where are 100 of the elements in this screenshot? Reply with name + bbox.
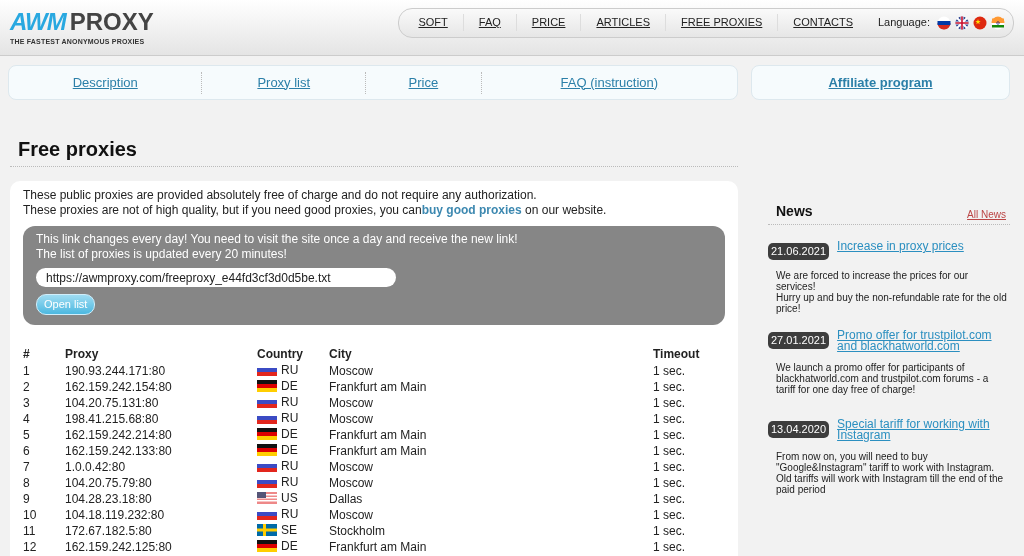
table-cell: 162.159.242.214:80 — [65, 427, 172, 442]
logo-mark: AWM — [10, 10, 66, 34]
page-title: Free proxies — [10, 134, 738, 167]
table-cell: 190.93.244.171:80 — [65, 363, 166, 378]
nav-link[interactable]: CONTACTS — [778, 14, 868, 31]
table-cell: 104.20.75.131:80 — [65, 395, 159, 410]
flag-icon — [257, 443, 277, 456]
table-cell: 1 — [23, 363, 30, 378]
intro-text: These proxies are not of high quality, but if you need good proxies, you can — [23, 203, 422, 217]
date-badge: 13.04.2020 — [768, 421, 830, 438]
flag-icon — [257, 427, 277, 440]
language-label: Language: — [878, 15, 930, 31]
flag-icon — [257, 491, 277, 504]
table-cell: 12 — [23, 539, 37, 554]
news-heading: News — [776, 202, 813, 221]
flag-icon — [257, 379, 277, 392]
column-header: City — [329, 344, 653, 363]
table-cell: RU — [281, 362, 299, 377]
table-cell: 1 sec. — [653, 411, 685, 426]
table-cell: 104.18.119.232:80 — [65, 507, 165, 522]
section-link[interactable]: Description — [9, 71, 203, 94]
intro-text: These public proxies are provided absolutely free of charge and do not require any authorization. — [23, 188, 538, 203]
news-text: We are forced to increase the prices for our services! Hurry up and buy the non-refundable rate for the old price! — [776, 269, 1008, 314]
notice-text: The list of proxies is updated every 20 minutes! — [36, 247, 288, 262]
flag-icon[interactable] — [955, 15, 969, 30]
news-title-link[interactable]: Increase in proxy prices — [837, 241, 964, 260]
table-cell: 2 — [23, 379, 30, 394]
table-cell: Stockholm — [329, 523, 386, 538]
table-cell: 162.159.242.133:80 — [65, 443, 172, 458]
table-cell: 1 sec. — [653, 507, 685, 522]
news-title-link[interactable]: Promo offer for trustpilot.com and blackhatworld.com — [837, 330, 1010, 352]
flag-icon[interactable] — [973, 15, 987, 30]
table-cell: 1 sec. — [653, 475, 685, 490]
table-cell: 104.20.75.79:80 — [65, 475, 152, 490]
table-cell: 162.159.242.125:80 — [65, 539, 172, 554]
table-cell: 8 — [23, 475, 30, 490]
nav-link[interactable]: ARTICLES — [581, 14, 666, 31]
table-cell: Moscow — [329, 395, 373, 410]
table-cell: Frankfurt am Main — [329, 539, 427, 554]
table-cell: Moscow — [329, 363, 373, 378]
intro-text: on our website. — [524, 203, 607, 217]
table-cell: 1 sec. — [653, 491, 685, 506]
table-cell: RU — [281, 458, 299, 473]
table-cell: DE — [281, 442, 298, 457]
table-cell: 1 sec. — [653, 427, 685, 442]
table-cell: 11 — [23, 523, 36, 538]
nav-link[interactable]: PRICE — [516, 14, 582, 31]
table-cell: 1 sec. — [653, 379, 685, 394]
table-cell: 162.159.242.154:80 — [65, 379, 172, 394]
section-link[interactable]: Proxy list — [202, 71, 366, 94]
column-header: Timeout — [653, 345, 701, 363]
table-cell: 198.41.215.68:80 — [65, 411, 159, 426]
all-news-link[interactable]: All News — [967, 207, 1006, 222]
flag-icon — [257, 539, 277, 552]
table-cell: Moscow — [329, 411, 373, 426]
table-cell: DE — [281, 378, 298, 393]
table-cell: 9 — [23, 491, 30, 506]
flag-icon[interactable] — [991, 15, 1005, 30]
news-title-link[interactable]: Special tariff for working with Instagram — [837, 419, 1010, 441]
nav-link[interactable]: FREE PROXIES — [666, 14, 779, 31]
notice-text: This link changes every day! You need to visit the site once a day and receive the new link! — [36, 232, 519, 247]
logo-name: PROXY — [69, 10, 154, 34]
affiliate-link[interactable]: Affiliate program — [828, 71, 933, 94]
table-cell: Frankfurt am Main — [329, 379, 427, 394]
column-header: Country — [257, 344, 329, 363]
table-cell: DE — [281, 426, 298, 441]
table-cell: Moscow — [329, 475, 373, 490]
date-badge: 21.06.2021 — [768, 243, 830, 260]
table-cell: 1 sec. — [653, 523, 685, 538]
table-cell: Frankfurt am Main — [329, 427, 427, 442]
table-cell: RU — [281, 410, 299, 425]
table-cell: Dallas — [329, 491, 363, 506]
table-cell: 1 sec. — [653, 443, 685, 458]
table-cell: 5 — [23, 427, 30, 442]
table-cell: 172.67.182.5:80 — [65, 523, 152, 538]
table-cell: RU — [281, 394, 299, 409]
table-cell: 1 sec. — [653, 395, 685, 410]
column-header: # — [23, 344, 65, 363]
table-cell: 1.0.0.42:80 — [65, 459, 126, 474]
news-text: We launch a promo offer for participants of blackhatworld.com and trustpilot.com forums - a tariff for one day free of charge! — [776, 362, 990, 395]
table-cell: 1 sec. — [653, 363, 685, 378]
flag-icon — [257, 523, 277, 536]
date-badge: 27.01.2021 — [768, 332, 830, 349]
nav-link[interactable]: SOFT — [403, 14, 464, 31]
table-cell: RU — [281, 506, 299, 521]
table-cell: 10 — [23, 507, 37, 522]
table-cell: US — [281, 490, 298, 505]
section-link[interactable]: Price — [366, 71, 482, 94]
table-cell: RU — [281, 474, 299, 489]
flag-icon[interactable] — [937, 15, 951, 30]
nav-link[interactable]: FAQ — [463, 14, 517, 31]
buy-proxies-link[interactable]: buy good proxies — [421, 203, 522, 217]
table-cell: 1 sec. — [653, 459, 685, 474]
table-cell: SE — [281, 522, 297, 537]
table-cell: Moscow — [329, 459, 373, 474]
table-cell: DE — [281, 538, 298, 553]
url-field[interactable]: https://awmproxy.com/freeproxy_e44fd3cf3d0d5be.txt — [36, 268, 396, 287]
section-link[interactable]: FAQ (instruction) — [481, 71, 737, 94]
table-cell: 6 — [23, 443, 30, 458]
table-cell: 7 — [23, 459, 30, 474]
